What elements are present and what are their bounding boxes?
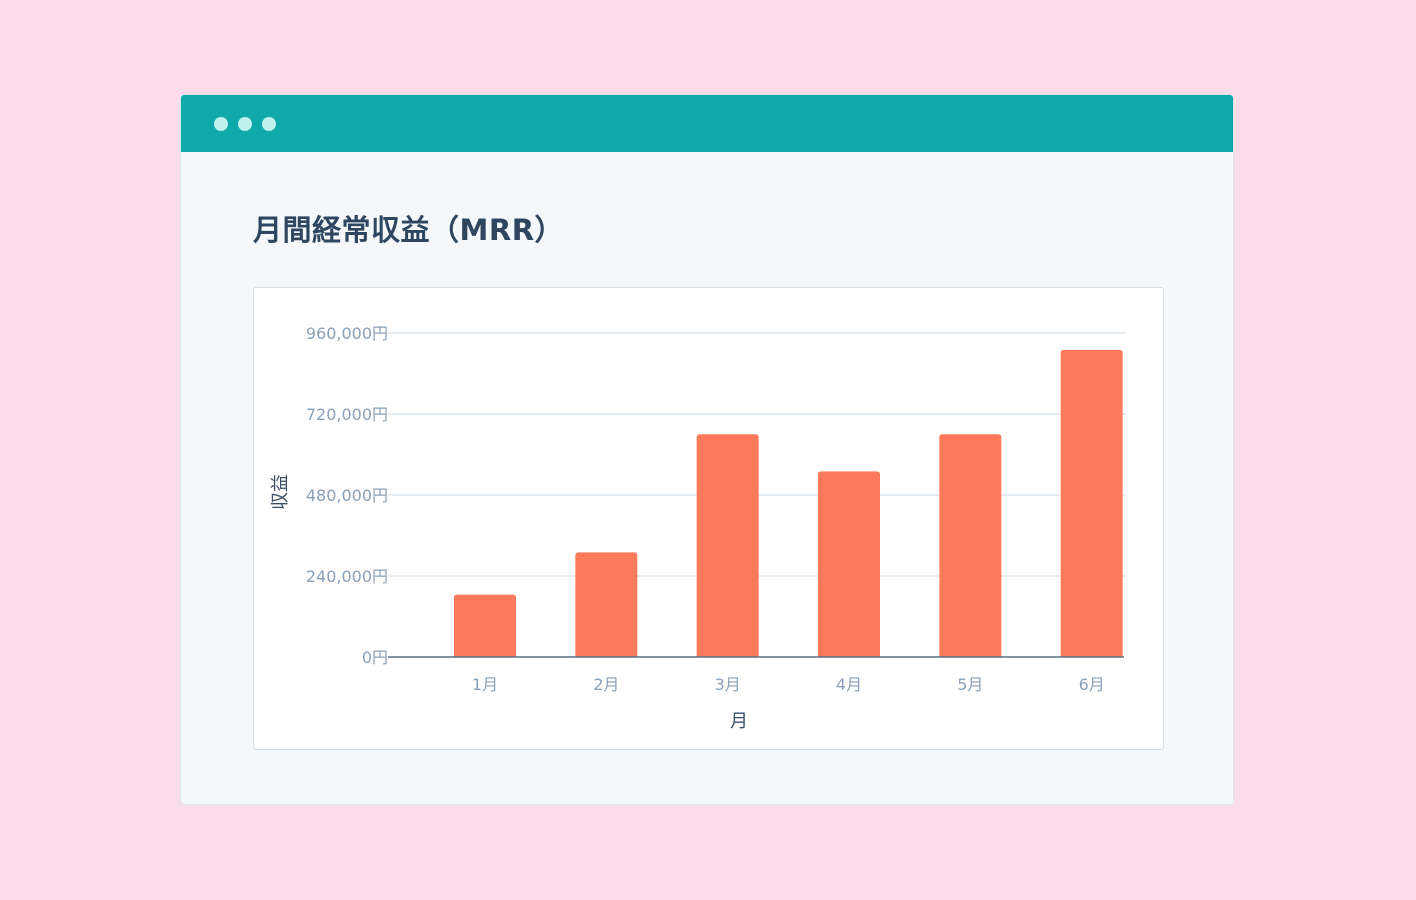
bar-4[interactable] [818, 471, 880, 657]
page-title: 月間経常収益（MRR） [253, 213, 565, 247]
x-axis-title: 月 [730, 711, 748, 732]
bar-3[interactable] [696, 434, 759, 657]
x-tick-label: 1月 [472, 675, 498, 694]
bar-5[interactable] [939, 434, 1002, 657]
bar-1[interactable] [454, 594, 516, 657]
x-tick-label: 4月 [836, 675, 862, 694]
bar-2[interactable] [575, 552, 638, 657]
x-tick-label: 6月 [1079, 675, 1105, 694]
bar-6[interactable] [1060, 349, 1123, 657]
window-dot-icon[interactable] [214, 117, 228, 131]
app-window: 月間経常収益（MRR） 0円 240,000円 480,000円 720,000円 96… [180, 94, 1234, 805]
window-dot-icon[interactable] [262, 117, 276, 131]
y-tick-label: 720,000円 [306, 405, 388, 424]
chart-panel: 0円 240,000円 480,000円 720,000円 960,000円 1月 2月 3月… [253, 287, 1164, 750]
chart-bars [454, 349, 1123, 657]
bar-chart: 0円 240,000円 480,000円 720,000円 960,000円 1月 2月 3月… [270, 324, 1126, 732]
page-background: 月間経常収益（MRR） 0円 240,000円 480,000円 720,000円 96… [0, 0, 1416, 900]
y-tick-label: 0円 [362, 648, 388, 667]
window-titlebar [181, 95, 1233, 152]
x-tick-label: 2月 [593, 675, 619, 694]
y-tick-label: 960,000円 [306, 324, 388, 343]
x-tick-label: 3月 [715, 675, 741, 694]
x-tick-label: 5月 [957, 675, 983, 694]
y-tick-label: 480,000円 [306, 486, 388, 505]
y-tick-label: 240,000円 [306, 567, 388, 586]
y-axis-title: 収益 [270, 474, 291, 510]
window-dot-icon[interactable] [238, 117, 252, 131]
